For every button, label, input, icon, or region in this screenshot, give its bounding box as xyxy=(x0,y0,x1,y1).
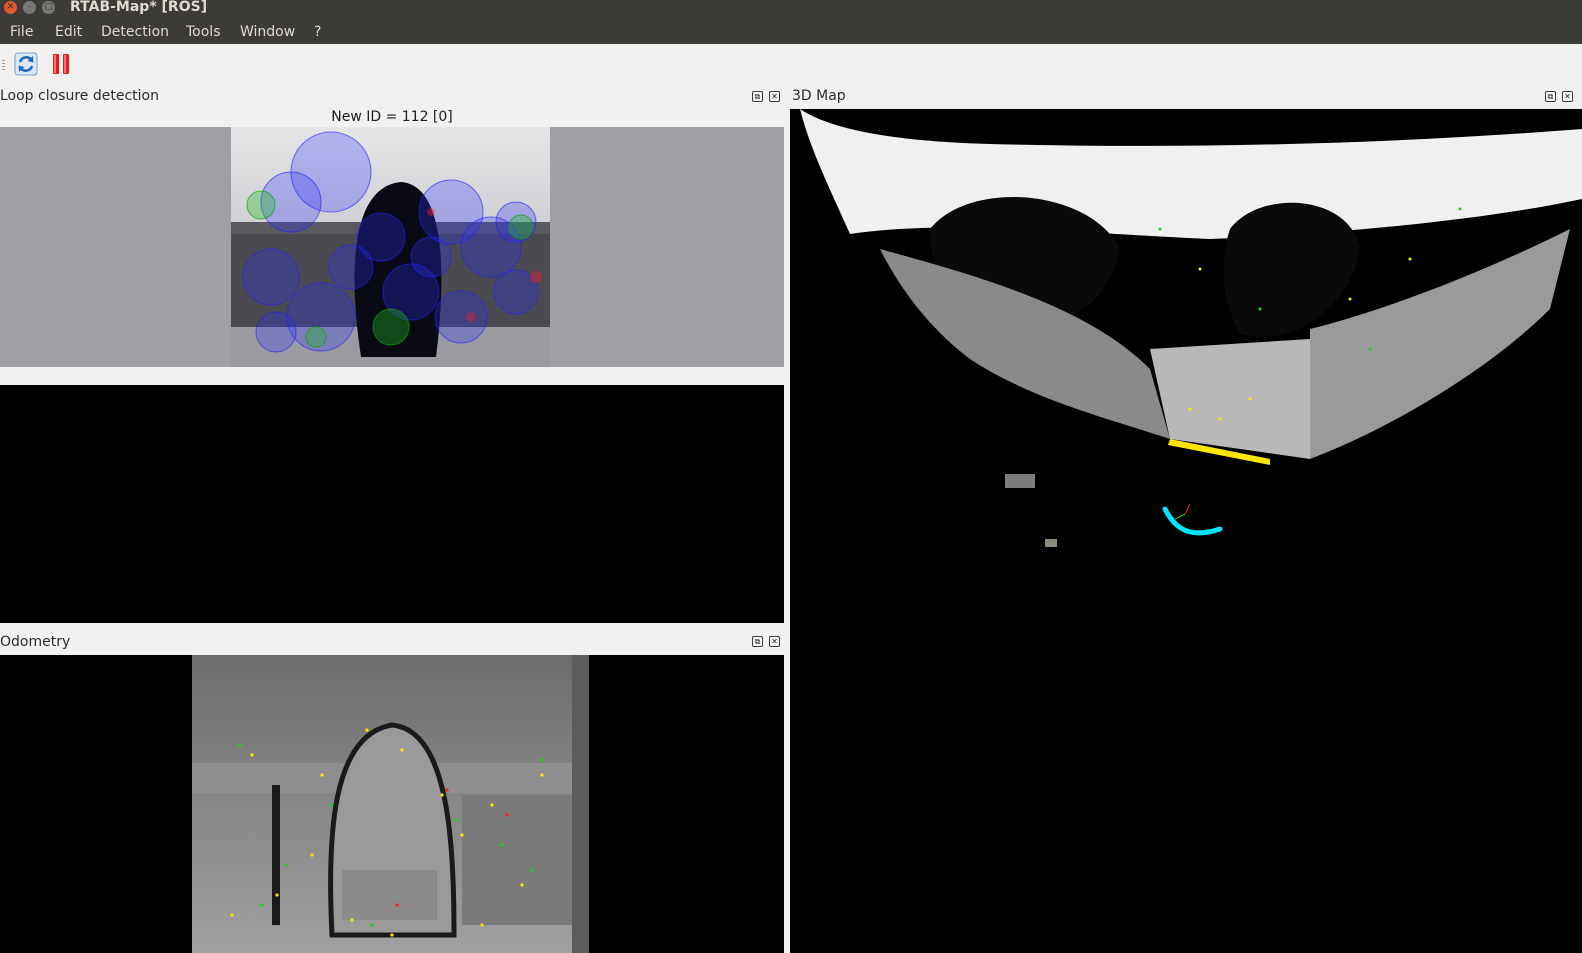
point-cloud-render xyxy=(800,109,1582,547)
window-minimize-icon[interactable]: – xyxy=(23,1,36,14)
window-titlebar: ✕ – □ RTAB-Map* [ROS] xyxy=(0,0,1582,16)
menu-file[interactable]: File xyxy=(8,16,35,44)
odometry-title: Odometry xyxy=(0,634,71,650)
toolbar xyxy=(0,44,1582,84)
window-maximize-icon[interactable]: □ xyxy=(42,1,55,14)
loop-closure-match-view[interactable] xyxy=(0,385,784,623)
menu-bar: File Edit Detection Tools Window ? xyxy=(0,16,1582,44)
menu-help[interactable]: ? xyxy=(312,16,323,44)
menu-window[interactable]: Window xyxy=(238,16,297,44)
refresh-icon[interactable] xyxy=(14,52,38,76)
loop-closure-float-icon[interactable]: ⧉ xyxy=(752,91,763,102)
map3d-title: 3D Map xyxy=(792,88,846,104)
odometry-float-icon[interactable]: ⧉ xyxy=(752,636,763,647)
loop-closure-title: Loop closure detection xyxy=(0,88,159,104)
menu-detection[interactable]: Detection xyxy=(99,16,171,44)
odometry-close-icon[interactable]: ✕ xyxy=(769,636,780,647)
map3d-float-icon[interactable]: ⧉ xyxy=(1545,91,1556,102)
loop-closure-separator xyxy=(0,367,784,385)
loop-closure-close-icon[interactable]: ✕ xyxy=(769,91,780,102)
menu-tools[interactable]: Tools xyxy=(184,16,223,44)
window-title: RTAB-Map* [ROS] xyxy=(70,0,208,15)
map3d-dock-buttons: ⧉ ✕ xyxy=(1545,91,1575,103)
horizontal-splitter[interactable] xyxy=(0,623,784,630)
menu-edit[interactable]: Edit xyxy=(53,16,84,44)
map3d-close-icon[interactable]: ✕ xyxy=(1562,91,1573,102)
loop-closure-image xyxy=(231,127,550,367)
pause-icon[interactable] xyxy=(49,52,73,76)
loop-closure-dock-buttons: ⧉ ✕ xyxy=(752,91,782,103)
new-id-label: New ID = 112 [0] xyxy=(331,109,453,125)
odometry-image xyxy=(192,655,589,953)
map3d-view[interactable] xyxy=(790,109,1582,953)
window-close-icon[interactable]: ✕ xyxy=(4,1,17,14)
odometry-dock-buttons: ⧉ ✕ xyxy=(752,636,782,648)
toolbar-grip[interactable] xyxy=(2,60,5,70)
